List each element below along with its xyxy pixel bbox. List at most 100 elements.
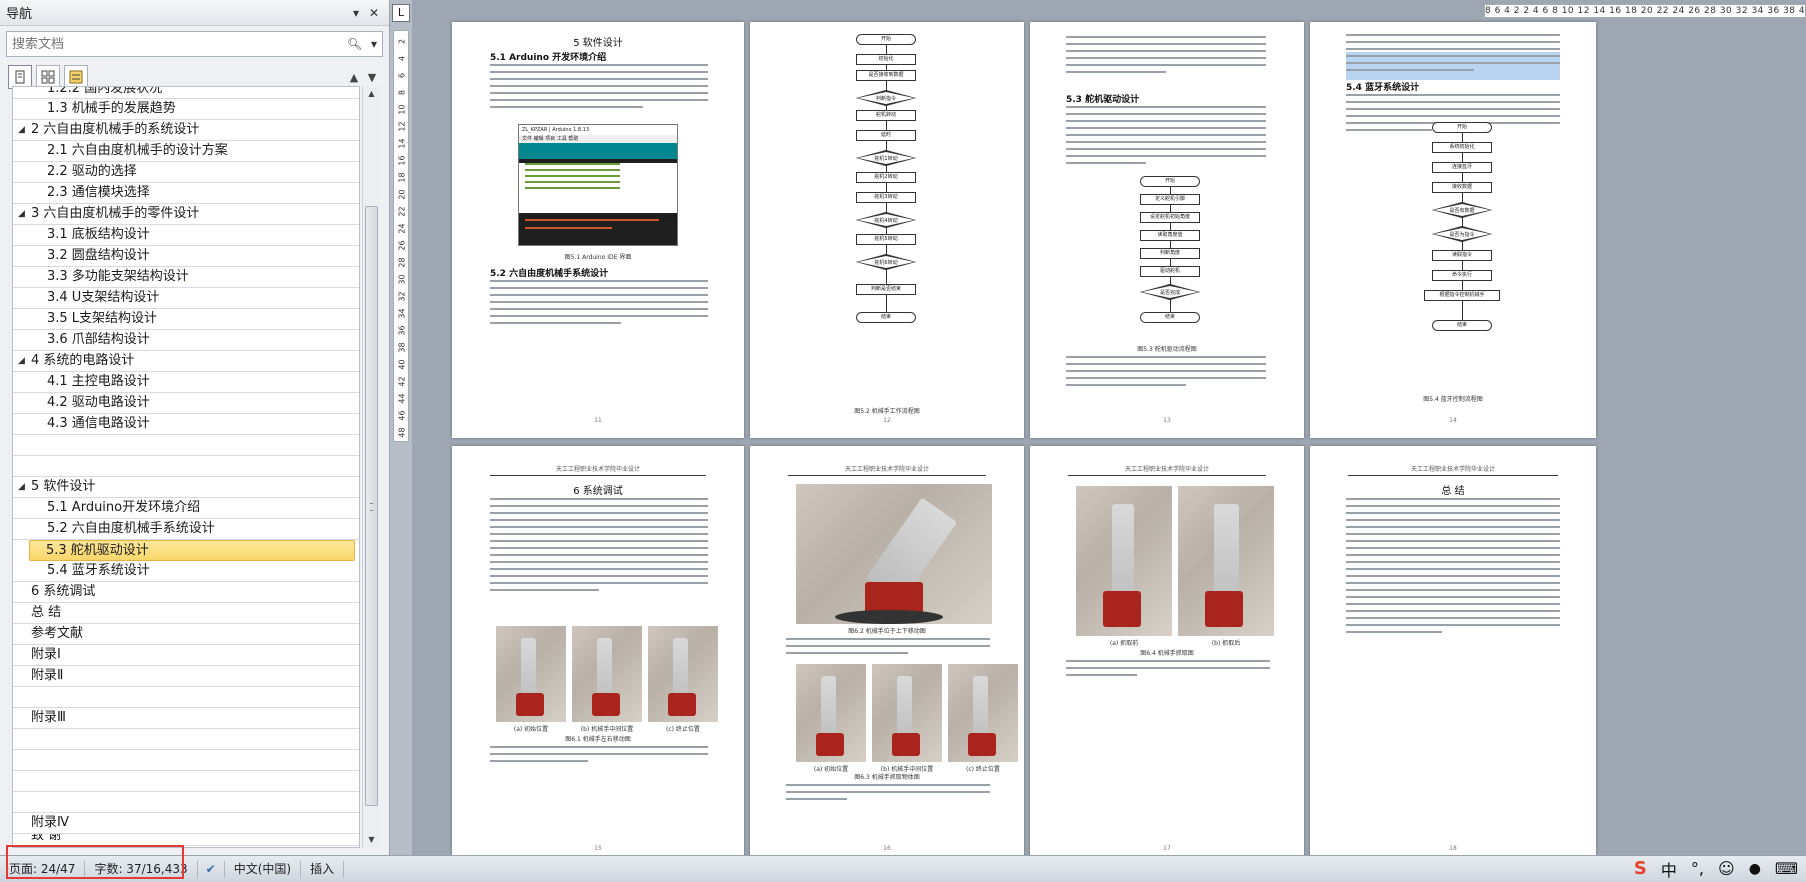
nav-heading-item[interactable]: 总 结 — [13, 603, 359, 624]
scroll-up-icon[interactable]: ▲ — [363, 86, 380, 102]
ruler-number: 46 — [397, 410, 407, 421]
nav-heading-item[interactable]: 4.3 通信电路设计 — [13, 414, 359, 435]
page-14[interactable]: 5.4 蓝牙系统设计 图5.4 蓝牙控制流程图 14 开始 系统初始化 连接蓝牙 接收… — [1310, 22, 1596, 438]
emoji-icon[interactable]: ☺ — [1718, 859, 1735, 878]
nav-heading-item[interactable]: 5.4 蓝牙系统设计 — [13, 561, 359, 582]
nav-heading-item[interactable]: ◢ 3 六自由度机械手的零件设计 — [13, 204, 359, 225]
nav-heading-item[interactable]: 附录Ⅰ — [13, 645, 359, 666]
nav-heading-item[interactable]: 4.2 驱动电路设计 — [13, 393, 359, 414]
nav-heading-item[interactable]: 3.4 U支架结构设计 — [13, 288, 359, 309]
nav-heading-item[interactable]: 1.2.2 国内发展状况 — [13, 87, 359, 99]
figure-caption: 图6.2 机械手位于上下移动图 — [848, 628, 926, 635]
nav-heading-item[interactable]: 附录Ⅱ — [13, 666, 359, 687]
microphone-icon[interactable]: ● — [1749, 861, 1761, 877]
page-number: 11 — [594, 417, 602, 424]
nav-empty-row[interactable] — [13, 729, 359, 750]
collapse-icon[interactable]: ◢ — [18, 477, 25, 497]
ruler-number: 34 — [397, 308, 407, 319]
photo — [496, 626, 566, 722]
nav-heading-item[interactable]: 附录Ⅲ — [13, 708, 359, 729]
nav-heading-item[interactable]: 1.3 机械手的发展趋势 — [13, 99, 359, 120]
nav-heading-item[interactable]: 参考文献 — [13, 624, 359, 645]
page-11[interactable]: 5 软件设计 5.1 Arduino 开发环境介绍 ZL_KPZAR | Ard… — [452, 22, 744, 438]
page-15[interactable]: 天工工程职业技术学院毕业设计 6 系统调试 (a) 初始位置 (b) 机械手中间… — [452, 446, 744, 855]
punctuation-icon[interactable]: °, — [1691, 859, 1704, 878]
nav-empty-row[interactable] — [13, 792, 359, 813]
nav-empty-row[interactable] — [13, 771, 359, 792]
ruler-number: 10 — [397, 104, 407, 115]
nav-dropdown-icon[interactable]: ▾ — [347, 6, 365, 20]
page-16[interactable]: 天工工程职业技术学院毕业设计 图6.2 机械手位于上下移动图 (a) 初始位置 … — [750, 446, 1024, 855]
ime-toolbar: S 中 °, ☺ ● ⌨ — [1634, 856, 1798, 881]
language-indicator[interactable]: 中文(中国) — [225, 860, 302, 878]
collapse-icon[interactable]: ◢ — [18, 204, 25, 224]
chapter-title: 6 系统调试 — [573, 486, 623, 497]
figure-caption: 图5.1 Arduino IDE 界面 — [564, 254, 632, 261]
photo — [572, 626, 642, 722]
nav-empty-row[interactable] — [13, 435, 359, 456]
navigation-pane: 导航 ▾ ✕ 🔍︎ ▾ ▲ ▼ 1.2.2 国内发展状况 1.3 机械手的发展趋势… — [0, 0, 390, 855]
proofing-icon[interactable]: ✔︎ — [198, 860, 225, 878]
nav-heading-item[interactable]: 3.5 L支架结构设计 — [13, 309, 359, 330]
nav-heading-item[interactable]: 5.1 Arduino开发环境介绍 — [13, 498, 359, 519]
search-icon[interactable]: 🔍︎ — [347, 37, 362, 51]
nav-heading-item[interactable]: 6 系统调试 — [13, 582, 359, 603]
page-18[interactable]: 天工工程职业技术学院毕业设计 总 结 18 — [1310, 446, 1596, 855]
nav-heading-item[interactable]: ◢ 5 软件设计 — [13, 477, 359, 498]
nav-heading-item[interactable]: 3.1 底板结构设计 — [13, 225, 359, 246]
nav-heading-item[interactable]: 3.2 圆盘结构设计 — [13, 246, 359, 267]
keyboard-icon[interactable]: ⌨ — [1775, 859, 1798, 878]
page-17[interactable]: 天工工程职业技术学院毕业设计 (a) 抓取前 (b) 抓取后 图6.4 机械手抓… — [1030, 446, 1304, 855]
collapse-icon[interactable]: ◢ — [18, 351, 25, 371]
document-area[interactable]: 8 6 4 2 2 4 6 8 10 12 14 16 18 20 22 24 … — [412, 0, 1806, 855]
nav-heading-item[interactable]: 4.1 主控电路设计 — [13, 372, 359, 393]
ime-language[interactable]: 中 — [1661, 857, 1677, 881]
close-icon[interactable]: ✕ — [365, 6, 383, 20]
nav-heading-label: 3.2 圆盘结构设计 — [47, 248, 150, 263]
nav-empty-row[interactable] — [13, 750, 359, 771]
nav-heading-item[interactable]: 附录Ⅳ — [13, 813, 359, 834]
tab-selector[interactable]: L — [392, 4, 410, 22]
nav-search-box[interactable]: 🔍︎ ▾ — [6, 31, 383, 57]
flowchart-node: 系统初始化 — [1432, 142, 1492, 153]
flowchart-node-label: 结束 — [1164, 314, 1175, 320]
collapse-icon[interactable]: ◢ — [18, 120, 25, 140]
flowchart-node: 设定舵机初始角度 — [1140, 212, 1200, 223]
next-heading-icon[interactable]: ▼ — [363, 71, 381, 84]
nav-heading-item[interactable]: ◢ 2 六自由度机械手的系统设计 — [13, 120, 359, 141]
page-13[interactable]: 5.3 舵机驱动设计 图5.3 舵机驱动流程图 13 开始 定义舵机引脚 设定舵机初… — [1030, 22, 1304, 438]
flowchart-node-label: 连接蓝牙 — [1451, 164, 1472, 170]
nav-heading-item[interactable]: ◢ 4 系统的电路设计 — [13, 351, 359, 372]
nav-heading-item[interactable]: 2.2 驱动的选择 — [13, 162, 359, 183]
chevron-down-icon[interactable]: ▾ — [371, 37, 377, 51]
nav-empty-row[interactable] — [13, 456, 359, 477]
insert-mode[interactable]: 插入 — [301, 860, 345, 878]
nav-heading-item[interactable]: 2.3 通信模块选择 — [13, 183, 359, 204]
search-input[interactable] — [12, 36, 347, 52]
scroll-thumb[interactable] — [365, 206, 378, 806]
nav-scrollbar[interactable]: ▲ ▼ — [362, 86, 380, 848]
flowchart-node: 舵机5转动 — [856, 234, 916, 245]
ruler-number: 16 — [397, 155, 407, 166]
figure-caption: 图5.3 舵机驱动流程图 — [1137, 346, 1197, 353]
nav-heading-item[interactable]: 2.1 六自由度机械手的设计方案 — [13, 141, 359, 162]
nav-empty-row[interactable] — [13, 687, 359, 708]
page-header: 天工工程职业技术学院毕业设计 — [1068, 464, 1266, 476]
page-12[interactable]: 图5.2 机械手工作流程图 12 开始 初始化 是否接收到数据 判断指令 舵机转动 延时舵… — [750, 22, 1024, 438]
nav-heading-label: 致 谢 — [31, 834, 62, 843]
nav-heading-item[interactable]: 5.2 六自由度机械手系统设计 — [13, 519, 359, 540]
ruler-number: 26 — [397, 240, 407, 251]
photo — [1178, 486, 1274, 636]
ime-logo-icon[interactable]: S — [1634, 858, 1647, 879]
nav-heading-item[interactable]: 3.3 多功能支架结构设计 — [13, 267, 359, 288]
scroll-down-icon[interactable]: ▼ — [363, 832, 380, 848]
highlight-box — [6, 845, 184, 879]
flowchart-node-label: 舵机转动 — [875, 112, 896, 118]
flowchart-node: 命令执行 — [1432, 270, 1492, 281]
ruler-number: 44 — [397, 393, 407, 404]
previous-heading-icon[interactable]: ▲ — [345, 71, 363, 84]
nav-heading-item[interactable]: 5.3 舵机驱动设计 — [29, 540, 355, 561]
section-heading: 5.4 蓝牙系统设计 — [1346, 83, 1420, 93]
flowchart-node-label: 驱动舵机 — [1159, 268, 1180, 274]
nav-heading-item[interactable]: 3.6 爪部结构设计 — [13, 330, 359, 351]
